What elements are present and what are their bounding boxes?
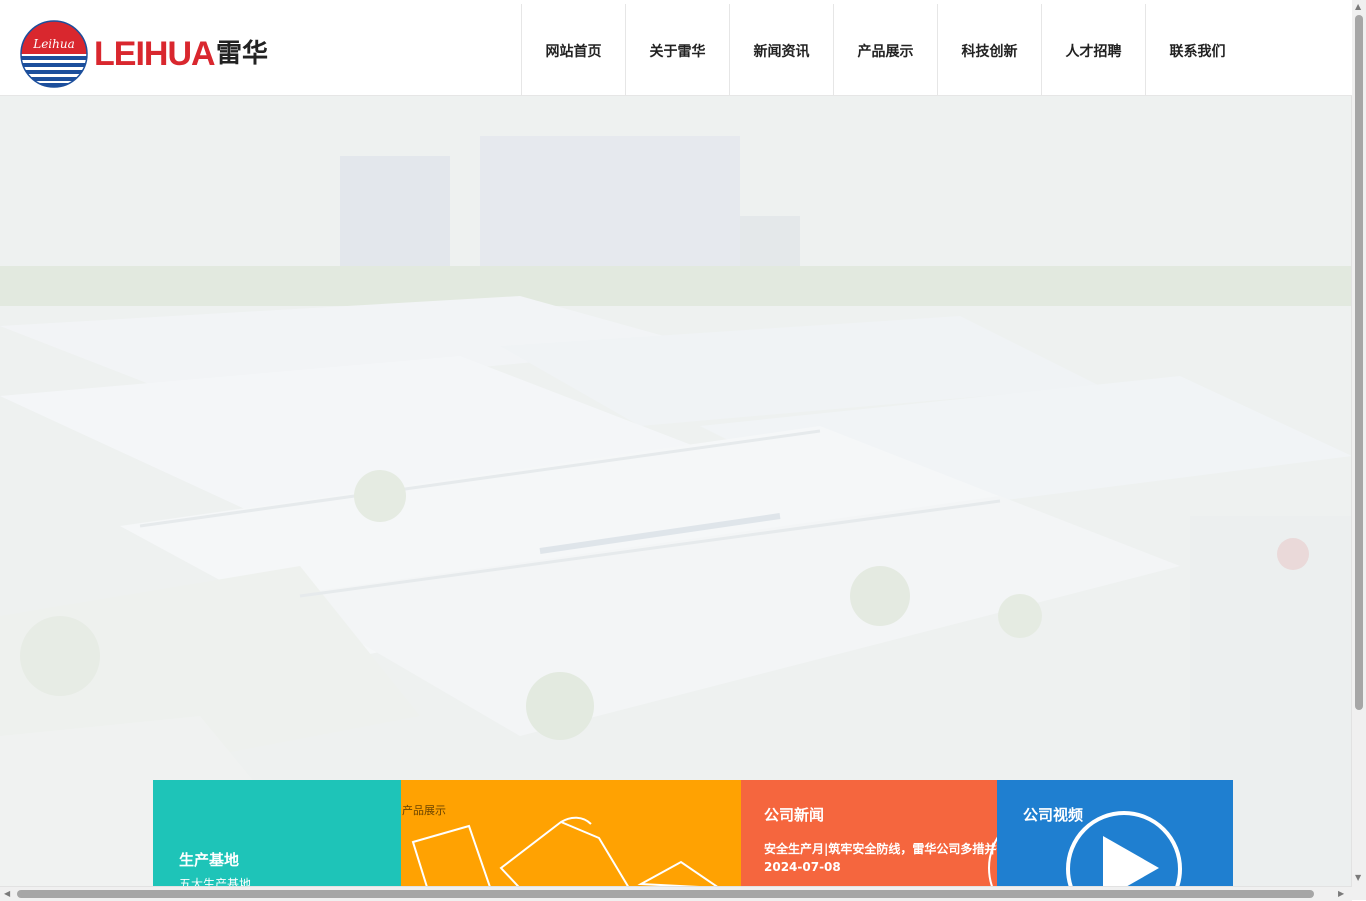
- card-products[interactable]: 产品展示: [401, 780, 741, 886]
- scroll-up-arrow-icon[interactable]: ▲: [1355, 3, 1361, 11]
- card-base-subtitle: 五大生产基地: [179, 877, 252, 886]
- scrollbar-corner: [1352, 886, 1366, 900]
- nav-item-about[interactable]: 关于雷华: [625, 4, 729, 95]
- card-company-news[interactable]: 公司新闻 安全生产月|筑牢安全防线，雷华公司多措并举 2024-07-08: [741, 780, 997, 886]
- card-company-video[interactable]: 公司视频: [997, 780, 1233, 886]
- product-illustration: [411, 816, 718, 886]
- site-logo[interactable]: Leihua LEIHUA 雷华: [20, 20, 275, 90]
- logo-name-cn: 雷华: [216, 39, 269, 69]
- nav-item-news[interactable]: 新闻资讯: [729, 4, 833, 95]
- site-header: Leihua LEIHUA 雷华 网站首页 关于雷华 新闻资讯 产品展示 科技创…: [0, 0, 1352, 96]
- card-base-title: 生产基地: [179, 851, 240, 869]
- vertical-scroll-thumb[interactable]: [1355, 15, 1363, 710]
- play-icon[interactable]: [997, 780, 1233, 886]
- hero-factory-image: [0, 96, 1352, 886]
- hero-banner: [0, 96, 1352, 886]
- logo-name-latin: LEIHUA: [94, 35, 216, 73]
- horizontal-scrollbar[interactable]: ◀ ▶: [0, 886, 1352, 901]
- scroll-down-arrow-icon[interactable]: ▼: [1355, 874, 1361, 882]
- logo-emblem: Leihua: [20, 20, 88, 88]
- nav-item-products[interactable]: 产品展示: [833, 4, 937, 95]
- nav-item-home[interactable]: 网站首页: [521, 4, 625, 95]
- nav-item-innovation[interactable]: 科技创新: [937, 4, 1041, 95]
- horizontal-scroll-thumb[interactable]: [17, 890, 1314, 898]
- scroll-left-arrow-icon[interactable]: ◀: [4, 890, 10, 898]
- vertical-scrollbar[interactable]: ▲ ▼: [1351, 0, 1366, 886]
- logo-script: Leihua: [32, 37, 75, 51]
- nav-item-careers[interactable]: 人才招聘: [1041, 4, 1145, 95]
- card-production-base[interactable]: 生产基地 五大生产基地: [153, 780, 401, 886]
- scroll-right-arrow-icon[interactable]: ▶: [1338, 890, 1344, 898]
- circle-edge-decoration: [988, 836, 997, 886]
- nav-item-contact[interactable]: 联系我们: [1145, 4, 1249, 95]
- card-news-title: 公司新闻: [764, 806, 825, 824]
- news-date: 2024-07-08: [764, 860, 841, 874]
- main-nav: 网站首页 关于雷华 新闻资讯 产品展示 科技创新 人才招聘 联系我们: [521, 4, 1249, 95]
- news-headline[interactable]: 安全生产月|筑牢安全防线，雷华公司多措并举: [764, 840, 997, 857]
